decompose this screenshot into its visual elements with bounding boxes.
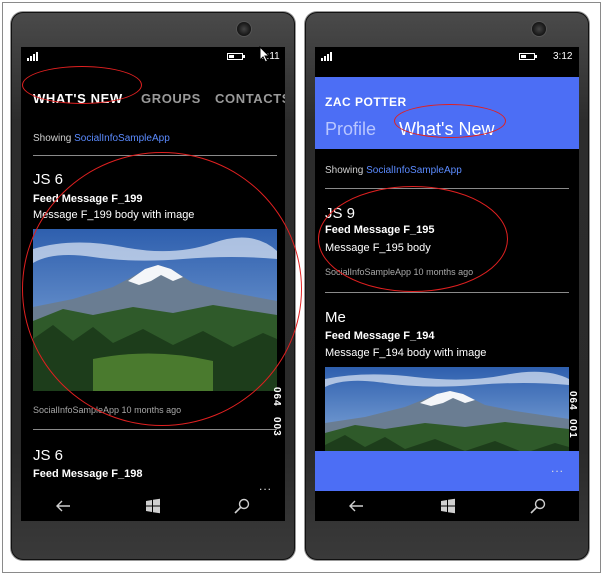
phone-right-screen: 3:12 ZAC POTTER Profile What's New Showi…: [315, 47, 579, 521]
app-bar: ...: [315, 451, 579, 491]
camera-icon: [237, 22, 251, 36]
divider: [33, 429, 277, 430]
windows-start-icon[interactable]: [144, 497, 162, 515]
post-author: JS 6: [33, 447, 64, 464]
mouse-cursor-icon: [259, 46, 271, 63]
tab-whats-new[interactable]: WHAT'S NEW: [33, 91, 123, 106]
side-label: 064: [567, 391, 578, 411]
status-clock: 3:12: [553, 51, 573, 62]
status-bar: 3:12: [315, 47, 579, 67]
post-author: JS 9: [325, 205, 356, 222]
side-label: 003: [271, 417, 282, 437]
showing-app-link[interactable]: SocialInfoSampleApp: [74, 133, 170, 144]
post-meta: SocialInfoSampleApp 10 months ago: [325, 267, 474, 277]
search-icon[interactable]: [233, 497, 251, 515]
divider: [33, 155, 277, 156]
tab-contacts[interactable]: CONTACTS: [215, 91, 285, 106]
post-title: Feed Message F_198: [33, 468, 143, 480]
post-title: Feed Message F_194: [325, 330, 435, 342]
divider: [325, 292, 569, 293]
showing-app-link[interactable]: SocialInfoSampleApp: [366, 165, 462, 176]
mountain-photo[interactable]: [33, 229, 277, 391]
post-author: Me: [325, 309, 346, 326]
page-title: ZAC POTTER: [325, 95, 407, 109]
side-label: 001: [567, 419, 578, 439]
side-label: 064: [271, 387, 282, 407]
camera-icon: [532, 22, 546, 36]
status-bar: 3:11: [21, 47, 285, 67]
showing-label: Showing: [325, 165, 364, 176]
phone-right: 3:12 ZAC POTTER Profile What's New Showi…: [305, 12, 589, 560]
nav-bar: [21, 491, 285, 521]
tab-profile[interactable]: Profile: [325, 119, 376, 140]
phone-left: 3:11 WHAT'S NEW GROUPS CONTACTS Showing …: [11, 12, 295, 560]
signal-icon: [321, 52, 333, 61]
search-icon[interactable]: [529, 497, 547, 515]
post-author: JS 6: [33, 171, 64, 188]
post-body: Message F_194 body with image: [325, 347, 487, 359]
post-meta: SocialInfoSampleApp 10 months ago: [33, 405, 182, 415]
divider: [325, 188, 569, 189]
profile-header: ZAC POTTER Profile What's New: [315, 77, 579, 149]
tab-groups[interactable]: GROUPS: [141, 91, 201, 106]
post-body: Message F_195 body: [325, 242, 431, 254]
back-arrow-icon[interactable]: [347, 497, 365, 515]
battery-icon: [519, 53, 537, 60]
signal-icon: [27, 52, 39, 61]
tab-whats-new[interactable]: What's New: [399, 119, 494, 140]
nav-bar: [315, 491, 579, 521]
windows-start-icon[interactable]: [439, 497, 457, 515]
back-arrow-icon[interactable]: [54, 497, 72, 515]
post-title: Feed Message F_199: [33, 193, 143, 205]
battery-icon: [227, 53, 245, 60]
post-title: Feed Message F_195: [325, 224, 435, 236]
phone-left-screen: 3:11 WHAT'S NEW GROUPS CONTACTS Showing …: [21, 47, 285, 521]
app-bar-ellipsis[interactable]: ...: [551, 461, 564, 475]
showing-filter: Showing SocialInfoSampleApp: [33, 133, 170, 144]
post-body: Message F_199 body with image: [33, 209, 195, 221]
mountain-photo[interactable]: [325, 367, 569, 459]
showing-label: Showing: [33, 133, 72, 144]
showing-filter: Showing SocialInfoSampleApp: [325, 165, 462, 176]
